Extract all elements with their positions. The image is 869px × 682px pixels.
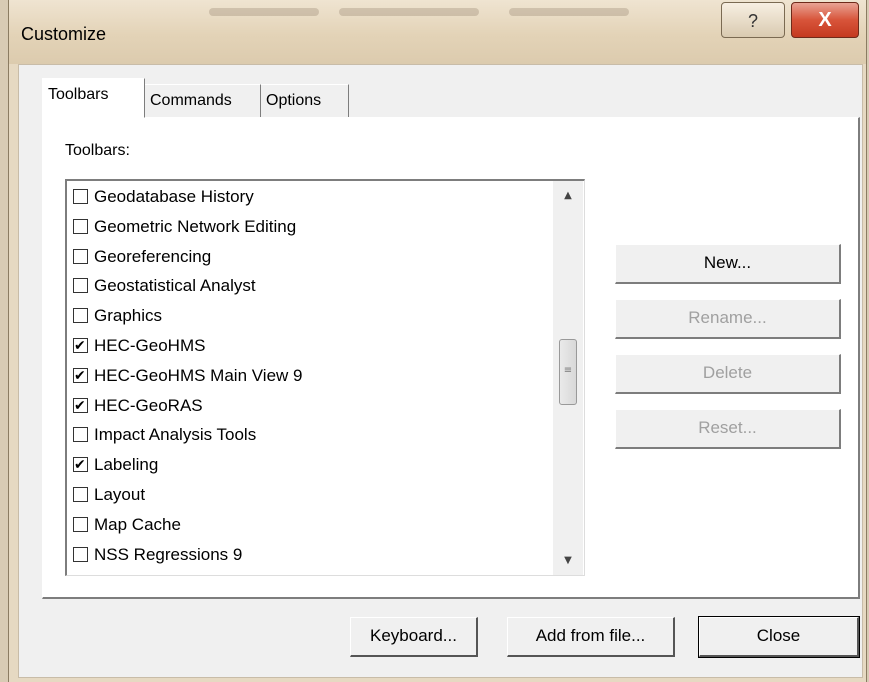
- checkbox-unchecked[interactable]: [73, 248, 88, 264]
- list-item[interactable]: Map Cache: [73, 513, 181, 537]
- list-item[interactable]: Geometric Network Editing: [73, 215, 296, 239]
- tab-options[interactable]: Options: [261, 84, 349, 118]
- list-item-label: Georeferencing: [94, 246, 212, 266]
- list-item-label: Geometric Network Editing: [94, 216, 297, 236]
- new-button[interactable]: New...: [615, 244, 841, 284]
- toolbars-list-label: Toolbars:: [65, 142, 130, 159]
- tab-commands[interactable]: Commands: [145, 84, 261, 118]
- list-item[interactable]: Layout: [73, 483, 145, 507]
- list-item-label: Impact Analysis Tools: [94, 425, 257, 445]
- list-item-label: HEC-GeoHMS Main View 9: [94, 365, 303, 385]
- checkbox-unchecked[interactable]: [73, 308, 88, 324]
- list-item[interactable]: Georeferencing: [73, 245, 211, 269]
- add-from-file-button[interactable]: Add from file...: [507, 617, 675, 657]
- list-item[interactable]: Impact Analysis Tools: [73, 423, 256, 447]
- checkbox-unchecked[interactable]: [73, 278, 88, 294]
- list-item[interactable]: HEC-GeoHMS: [73, 334, 205, 358]
- reset-button[interactable]: Reset...: [615, 409, 841, 449]
- close-icon: X: [818, 9, 832, 31]
- list-item-label: Graphics: [94, 306, 163, 326]
- scroll-thumb[interactable]: ≡: [559, 339, 577, 405]
- checkbox-unchecked[interactable]: [73, 546, 88, 562]
- checkbox-unchecked[interactable]: [73, 516, 88, 532]
- window-close-button[interactable]: X: [791, 2, 859, 38]
- toolbars-tab-panel: Toolbars: Geodatabase History Geometric N…: [42, 117, 860, 599]
- rename-button[interactable]: Rename...: [615, 299, 841, 339]
- help-button[interactable]: ?: [721, 2, 785, 38]
- list-item[interactable]: NSS Regressions 9: [73, 543, 242, 567]
- list-item-label: Geostatistical Analyst: [94, 276, 256, 296]
- scroll-down-arrow-icon[interactable]: ▼: [553, 546, 583, 575]
- checkbox-unchecked[interactable]: [73, 189, 88, 204]
- delete-button[interactable]: Delete: [615, 354, 841, 394]
- checkbox-checked[interactable]: [73, 453, 88, 477]
- list-item[interactable]: HEC-GeoRAS: [73, 394, 203, 418]
- close-button[interactable]: Close: [698, 616, 860, 658]
- list-item[interactable]: Labeling: [73, 453, 158, 477]
- checkbox-checked[interactable]: [73, 364, 88, 388]
- help-icon: ?: [747, 11, 758, 31]
- list-item[interactable]: Geostatistical Analyst: [73, 274, 256, 298]
- list-item[interactable]: Geodatabase History: [73, 185, 254, 209]
- checkbox-unchecked[interactable]: [73, 427, 88, 443]
- customize-dialog: Customize ? X Toolbars Commands Options …: [8, 0, 867, 682]
- checkbox-unchecked[interactable]: [73, 487, 88, 502]
- list-scrollbar[interactable]: ▲ ≡ ▼: [553, 181, 583, 575]
- scroll-up-arrow-icon[interactable]: ▲: [553, 181, 583, 211]
- checkbox-unchecked[interactable]: [73, 218, 88, 234]
- toolbars-listbox[interactable]: Geodatabase History Geometric Network Edi…: [65, 179, 585, 576]
- window-title: Customize: [21, 24, 107, 44]
- list-item-label: Labeling: [94, 455, 159, 475]
- checkbox-checked[interactable]: [73, 334, 88, 358]
- dialog-client-area: Toolbars Commands Options Toolbars: Geod…: [18, 64, 863, 678]
- list-item-label: Layout: [94, 485, 146, 504]
- title-bar[interactable]: Customize ? X: [9, 0, 866, 64]
- list-item-label: NSS Regressions 9: [94, 544, 243, 564]
- keyboard-button[interactable]: Keyboard...: [350, 617, 478, 657]
- list-item-label: Geodatabase History: [94, 187, 254, 206]
- list-item-label: HEC-GeoHMS: [94, 336, 206, 355]
- list-item[interactable]: HEC-GeoHMS Main View 9: [73, 364, 302, 388]
- tab-toolbars[interactable]: Toolbars: [42, 78, 145, 118]
- list-item-label: HEC-GeoRAS: [94, 395, 203, 415]
- list-item-label: Map Cache: [94, 514, 181, 534]
- list-item[interactable]: Graphics: [73, 304, 162, 328]
- checkbox-checked[interactable]: [73, 394, 88, 418]
